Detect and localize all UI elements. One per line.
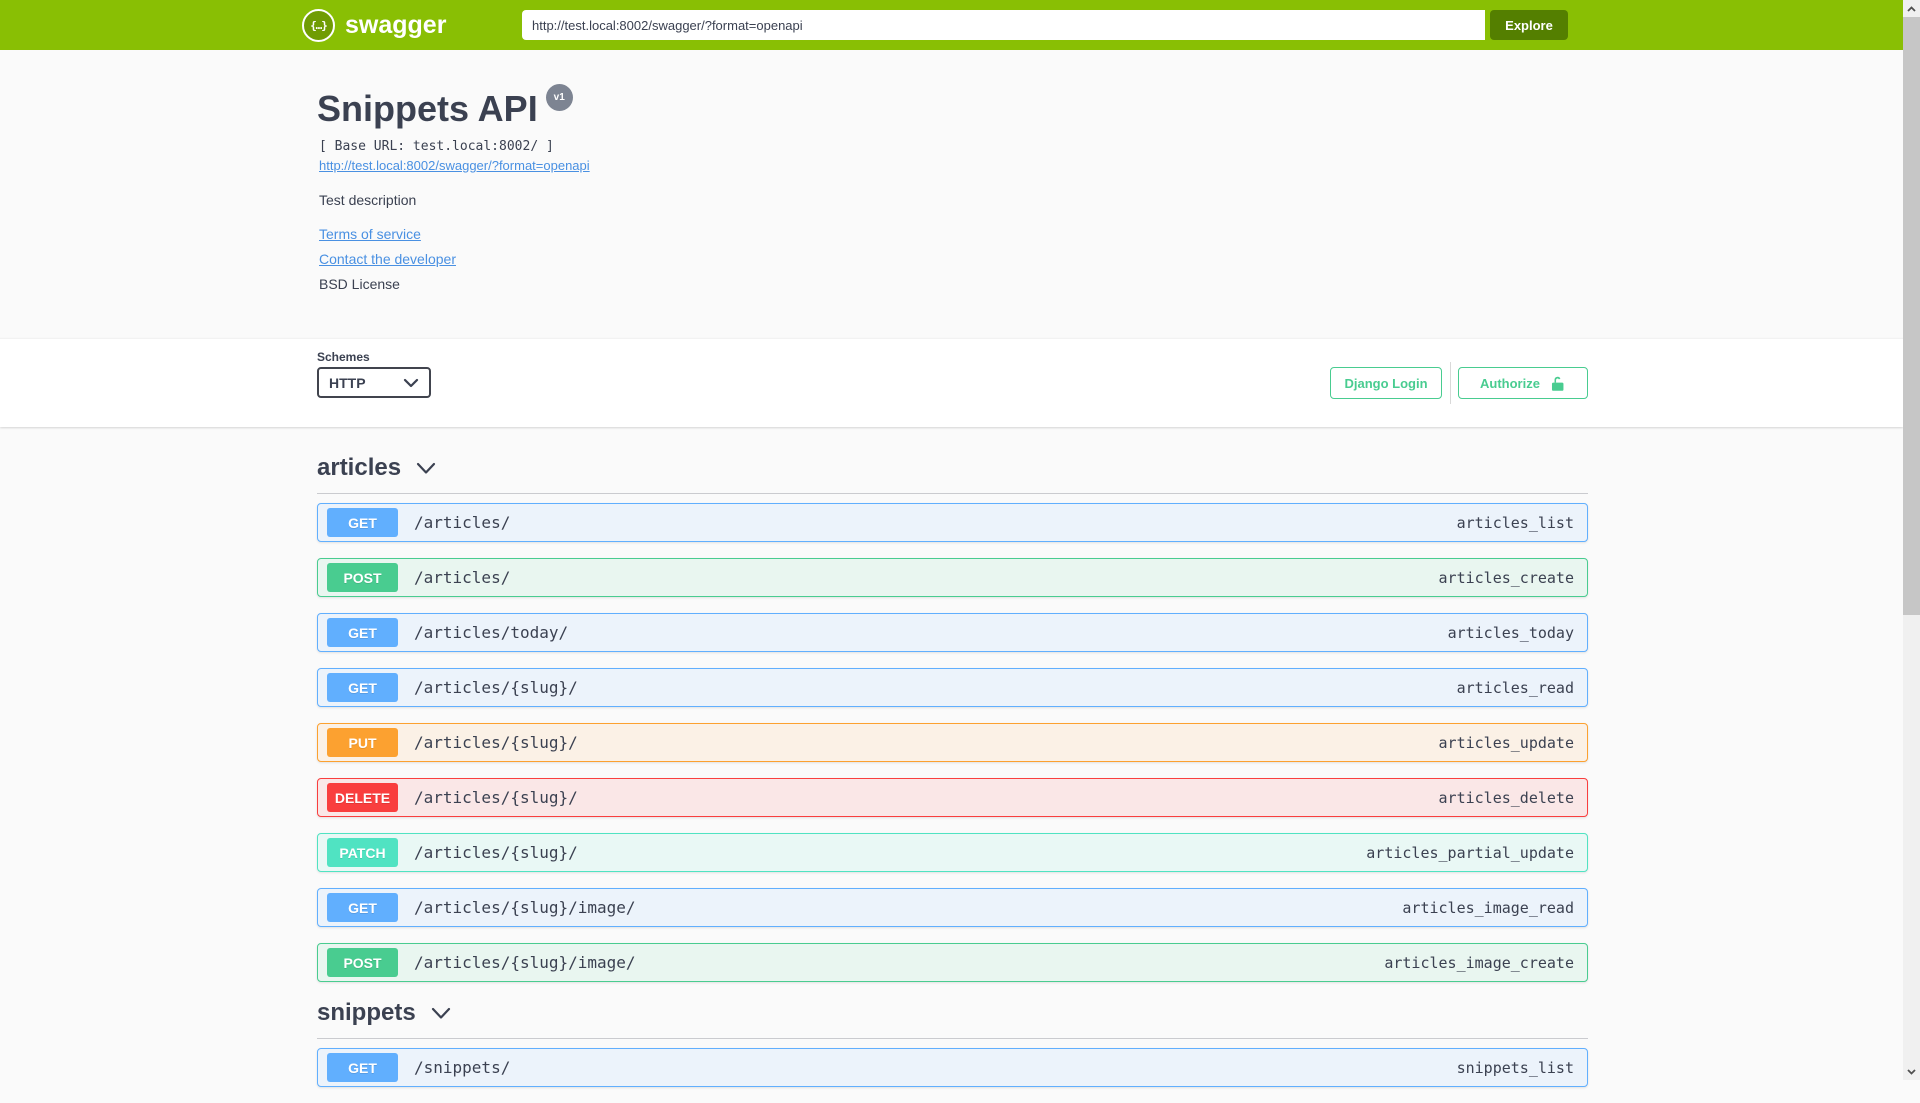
tag-section-articles: articles GET /articles/ articles_list PO…	[317, 453, 1588, 982]
operation-id: articles_list	[1456, 513, 1574, 532]
operation-row[interactable]: POST /articles/ articles_create	[317, 558, 1588, 597]
chevron-down-icon	[431, 1007, 450, 1019]
api-title-text: Snippets API	[317, 88, 538, 129]
schemes-selected-value: HTTP	[329, 374, 366, 391]
contact-developer-link[interactable]: Contact the developer	[319, 251, 456, 267]
django-login-button[interactable]: Django Login	[1330, 367, 1442, 399]
operation-row[interactable]: GET /articles/{slug}/image/ articles_ima…	[317, 888, 1588, 927]
authorize-label: Authorize	[1480, 375, 1540, 391]
operation-path: /articles/{slug}/	[414, 788, 578, 807]
django-login-label: Django Login	[1344, 375, 1428, 391]
spec-url-input[interactable]	[522, 10, 1485, 40]
scroll-up-button[interactable]	[1903, 0, 1920, 17]
operation-id: articles_delete	[1438, 788, 1574, 807]
operation-id: snippets_list	[1456, 1058, 1574, 1077]
operation-id: articles_today	[1447, 623, 1574, 642]
spec-link[interactable]: http://test.local:8002/swagger/?format=o…	[319, 158, 590, 173]
section-divider	[317, 493, 1588, 494]
swagger-logo-icon: {…}	[302, 8, 335, 42]
operation-list: GET /snippets/ snippets_list	[317, 1048, 1588, 1087]
tag-header[interactable]: articles	[317, 453, 1588, 483]
schemes-select[interactable]: HTTP	[317, 367, 431, 398]
operation-path: /articles/{slug}/	[414, 733, 578, 752]
operation-row[interactable]: GET /articles/ articles_list	[317, 503, 1588, 542]
operation-row[interactable]: GET /articles/{slug}/ articles_read	[317, 668, 1588, 707]
operation-path: /articles/{slug}/image/	[414, 953, 636, 972]
operations-area: articles GET /articles/ articles_list PO…	[317, 427, 1588, 1103]
operation-path: /articles/	[414, 568, 511, 587]
tag-section-snippets: snippets GET /snippets/ snippets_list	[317, 998, 1588, 1087]
operation-path: /articles/	[414, 513, 511, 532]
tag-title: articles	[317, 454, 402, 481]
method-badge: DELETE	[327, 783, 398, 812]
operation-path: /articles/{slug}/image/	[414, 898, 636, 917]
method-badge: GET	[327, 508, 398, 537]
tag-title: snippets	[317, 999, 416, 1026]
operation-path: /snippets/	[414, 1058, 511, 1077]
operation-path: /articles/{slug}/	[414, 678, 578, 697]
terms-of-service-link[interactable]: Terms of service	[319, 226, 421, 242]
method-badge: POST	[327, 948, 398, 977]
vertical-scrollbar[interactable]	[1903, 0, 1920, 1080]
operation-row[interactable]: PUT /articles/{slug}/ articles_update	[317, 723, 1588, 762]
scrollbar-thumb[interactable]	[1903, 17, 1920, 615]
operation-id: articles_read	[1456, 678, 1574, 697]
explore-button[interactable]: Explore	[1490, 10, 1568, 40]
version-badge: v1	[545, 83, 573, 111]
swagger-logo[interactable]: {…} swagger	[302, 0, 446, 50]
operation-id: articles_create	[1438, 568, 1574, 587]
schemes-label: Schemes	[317, 350, 370, 364]
operation-id: articles_update	[1438, 733, 1574, 752]
authorize-button[interactable]: Authorize	[1458, 367, 1588, 399]
operation-row[interactable]: DELETE /articles/{slug}/ articles_delete	[317, 778, 1588, 817]
operation-id: articles_image_create	[1384, 953, 1574, 972]
swagger-logo-text: swagger	[345, 10, 447, 39]
operation-path: /articles/today/	[414, 623, 569, 642]
operation-row[interactable]: PATCH /articles/{slug}/ articles_partial…	[317, 833, 1588, 872]
scroll-down-button[interactable]	[1903, 1063, 1920, 1080]
method-badge: POST	[327, 563, 398, 592]
tag-header[interactable]: snippets	[317, 998, 1588, 1028]
operation-row[interactable]: GET /articles/today/ articles_today	[317, 613, 1588, 652]
topbar: {…} swagger Explore	[0, 0, 1903, 50]
license-text: BSD License	[319, 276, 400, 292]
method-badge: GET	[327, 618, 398, 647]
operation-row[interactable]: POST /articles/{slug}/image/ articles_im…	[317, 943, 1588, 982]
chevron-down-icon	[403, 378, 419, 388]
api-description: Test description	[319, 192, 417, 208]
base-url: [ Base URL: test.local:8002/ ]	[319, 139, 554, 154]
operation-row[interactable]: GET /snippets/ snippets_list	[317, 1048, 1588, 1087]
method-badge: GET	[327, 893, 398, 922]
scheme-container: Schemes HTTP Django Login Authorize	[0, 338, 1903, 427]
operation-list: GET /articles/ articles_list POST /artic…	[317, 503, 1588, 982]
unlock-icon	[1549, 375, 1566, 392]
method-badge: PATCH	[327, 838, 398, 867]
section-divider	[317, 1038, 1588, 1039]
operation-id: articles_image_read	[1402, 898, 1574, 917]
method-badge: GET	[327, 673, 398, 702]
auth-divider	[1450, 362, 1451, 404]
method-badge: GET	[327, 1053, 398, 1082]
operation-id: articles_partial_update	[1366, 843, 1574, 862]
operation-path: /articles/{slug}/	[414, 843, 578, 862]
api-title: Snippets API v1	[317, 83, 573, 130]
method-badge: PUT	[327, 728, 398, 757]
chevron-down-icon	[416, 462, 436, 474]
